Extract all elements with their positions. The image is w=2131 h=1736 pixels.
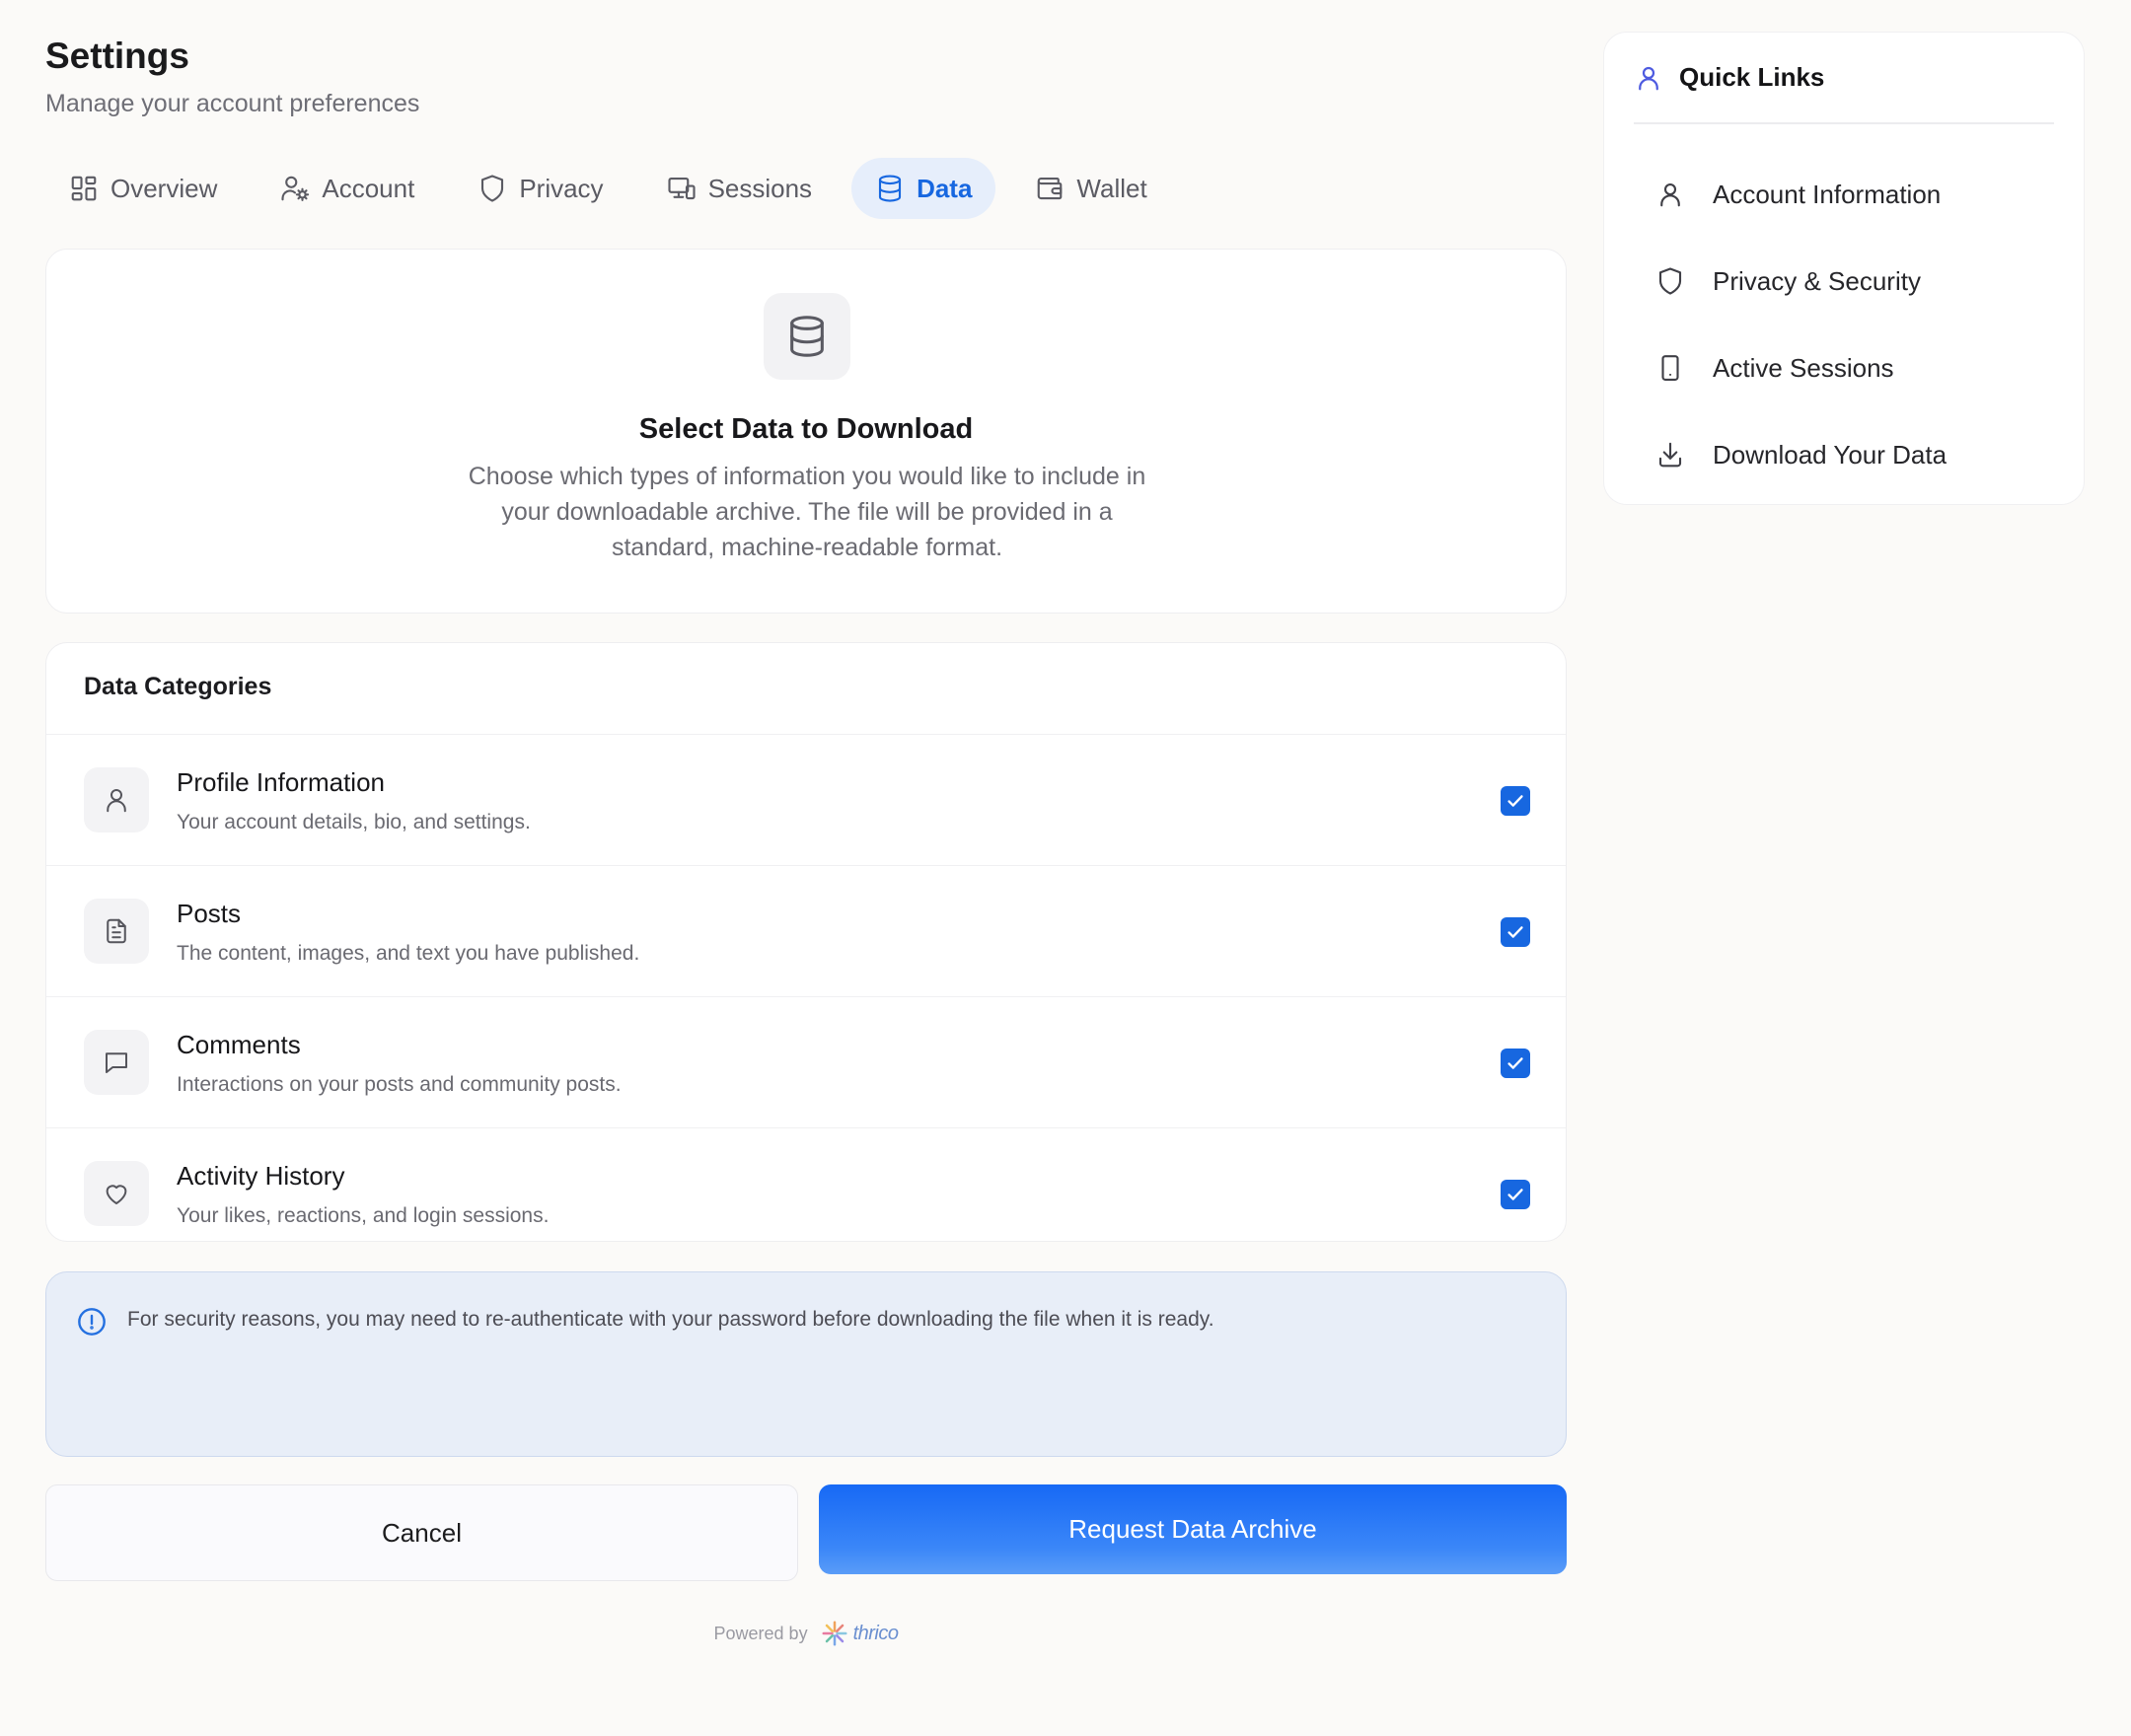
user-icon [84, 767, 149, 832]
cancel-button[interactable]: Cancel [45, 1484, 798, 1581]
quick-links-panel: Quick Links Account Information Privacy … [1603, 32, 2085, 505]
quick-links-header: Quick Links [1634, 62, 1824, 93]
tab-label: Account [322, 173, 415, 203]
download-intro-card: Select Data to Download Choose which typ… [45, 249, 1567, 614]
tab-label: Privacy [519, 173, 604, 203]
quick-link-account-information[interactable]: Account Information [1604, 151, 2084, 238]
tab-account[interactable]: Account [257, 158, 438, 219]
category-description: Interactions on your posts and community… [177, 1073, 622, 1096]
categories-list: Profile Information Your account details… [46, 734, 1566, 1241]
thrico-logo-icon [820, 1619, 849, 1648]
tab-sessions[interactable]: Sessions [643, 158, 837, 219]
user-cog-icon [280, 174, 310, 203]
quick-link-label: Privacy & Security [1713, 265, 1921, 296]
check-icon [1507, 1189, 1523, 1200]
category-name: Comments [177, 1030, 301, 1059]
powered-by-footer: Powered by thrico [45, 1619, 1567, 1648]
quick-link-label: Download Your Data [1713, 439, 1947, 470]
download-description: Choose which types of information you wo… [468, 463, 1146, 561]
category-checkbox-posts[interactable] [1501, 917, 1530, 947]
document-icon [84, 899, 149, 964]
quick-link-label: Active Sessions [1713, 352, 1894, 383]
wallet-icon [1035, 174, 1065, 203]
tab-label: Wallet [1076, 173, 1147, 203]
chat-icon [84, 1030, 149, 1095]
quick-link-active-sessions[interactable]: Active Sessions [1604, 325, 2084, 411]
check-icon [1507, 795, 1523, 807]
database-icon [875, 174, 905, 203]
request-archive-button[interactable]: Request Data Archive [819, 1484, 1567, 1574]
check-icon [1507, 1057, 1523, 1069]
database-icon [764, 293, 850, 380]
category-checkbox-activity[interactable] [1501, 1180, 1530, 1209]
category-checkbox-profile[interactable] [1501, 786, 1530, 816]
quick-links-title: Quick Links [1679, 62, 1825, 92]
page-title: Settings [45, 36, 189, 76]
grid-icon [69, 174, 99, 203]
heart-icon [84, 1161, 149, 1226]
tab-data[interactable]: Data [851, 158, 996, 219]
quick-links-divider [1634, 122, 2054, 124]
category-description: Your likes, reactions, and login session… [177, 1204, 550, 1227]
category-row-activity[interactable]: Activity History Your likes, reactions, … [46, 1127, 1566, 1241]
category-name: Activity History [177, 1161, 345, 1191]
category-description: Your account details, bio, and settings. [177, 811, 531, 833]
quick-link-download-data[interactable]: Download Your Data [1604, 411, 2084, 498]
user-icon [1634, 63, 1663, 93]
shield-icon [478, 174, 507, 203]
brand-name: thrico [852, 1622, 899, 1644]
brand-logo[interactable]: thrico [820, 1619, 899, 1648]
shield-icon [1655, 266, 1685, 296]
phone-icon [1655, 353, 1685, 383]
notice-text: For security reasons, you may need to re… [127, 1308, 1214, 1331]
tab-overview[interactable]: Overview [45, 158, 241, 219]
tab-label: Data [917, 173, 973, 203]
category-name: Profile Information [177, 767, 385, 797]
category-description: The content, images, and text you have p… [177, 942, 640, 965]
category-name: Posts [177, 899, 242, 928]
category-row-posts[interactable]: Posts The content, images, and text you … [46, 865, 1566, 996]
download-icon [1655, 440, 1685, 470]
tab-label: Overview [110, 173, 218, 203]
data-categories-card: Data Categories Profile Information Your… [45, 642, 1567, 1242]
user-icon [1655, 180, 1685, 209]
quick-links-list: Account Information Privacy & Security A… [1604, 151, 2084, 498]
category-checkbox-comments[interactable] [1501, 1049, 1530, 1078]
quick-link-privacy-security[interactable]: Privacy & Security [1604, 238, 2084, 325]
quick-link-label: Account Information [1713, 179, 1942, 209]
categories-title: Data Categories [84, 673, 272, 700]
tab-wallet[interactable]: Wallet [1011, 158, 1170, 219]
download-title: Select Data to Download [638, 413, 974, 445]
info-icon [76, 1306, 108, 1338]
tab-privacy[interactable]: Privacy [454, 158, 626, 219]
powered-by-label: Powered by [713, 1623, 808, 1643]
tab-label: Sessions [707, 173, 813, 203]
settings-tabs: Overview Account Privacy Sessions Data W… [45, 158, 1187, 219]
category-row-profile[interactable]: Profile Information Your account details… [46, 734, 1566, 865]
check-icon [1507, 926, 1523, 938]
devices-icon [667, 174, 697, 203]
security-notice: For security reasons, you may need to re… [45, 1271, 1567, 1457]
page-subtitle: Manage your account preferences [45, 90, 420, 117]
category-row-comments[interactable]: Comments Interactions on your posts and … [46, 996, 1566, 1127]
